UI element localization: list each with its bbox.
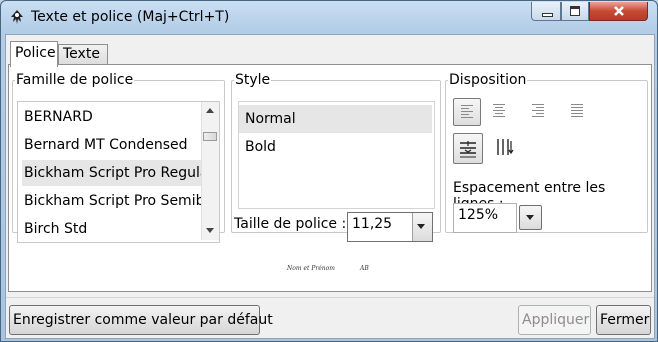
line-spacing-field[interactable]: 125% <box>453 203 517 233</box>
title-bar[interactable]: Texte et police (Maj+Ctrl+T) <box>1 1 657 34</box>
tab-texte[interactable]: Texte <box>58 44 108 65</box>
align-center-button[interactable] <box>486 98 514 126</box>
vertical-text-button[interactable] <box>490 133 518 161</box>
minimize-button[interactable] <box>531 2 561 21</box>
font-family-item[interactable]: Bernard MT Condensed <box>22 132 202 158</box>
font-size-dropdown-button[interactable] <box>412 213 432 241</box>
dialog-window: Texte et police (Maj+Ctrl+T) Police Text… <box>0 0 658 342</box>
style-list[interactable]: Normal Bold <box>238 101 435 209</box>
font-family-item[interactable]: Birch Std <box>22 216 202 242</box>
save-as-default-button[interactable]: Enregistrer comme valeur par défaut <box>9 305 273 335</box>
align-justify-button[interactable] <box>564 98 592 126</box>
align-right-icon <box>532 104 544 119</box>
align-right-button[interactable] <box>525 98 553 126</box>
font-family-item-selected[interactable]: Bickham Script Pro Regular <box>22 160 202 186</box>
scrollbar-thumb[interactable] <box>203 132 217 141</box>
style-group: Style Normal Bold Taille de police : 11,… <box>231 72 441 242</box>
preview-text-right: AB <box>360 265 369 272</box>
inkscape-app-icon <box>9 9 25 25</box>
font-size-value[interactable]: 11,25 <box>352 216 392 232</box>
line-spacing-dropdown-button[interactable] <box>519 205 542 230</box>
police-tab-panel: Famille de police BERNARD Bernard MT Con… <box>8 64 652 292</box>
font-list-scrollbar[interactable] <box>201 102 219 240</box>
disposition-group: Disposition Espacement entre les 125% <box>445 72 648 233</box>
font-family-list[interactable]: BERNARD Bernard MT Condensed Bickham Scr… <box>17 101 220 243</box>
maximize-button[interactable] <box>561 2 589 21</box>
disposition-legend: Disposition <box>449 72 527 88</box>
button-bar-separator <box>6 297 654 298</box>
align-left-button[interactable] <box>453 98 481 126</box>
font-family-legend: Famille de police <box>16 72 134 88</box>
preview-text-left: Nom et Prénom <box>287 265 335 272</box>
align-left-icon <box>461 105 473 120</box>
horizontal-text-button[interactable] <box>453 133 483 164</box>
close-icon <box>614 6 624 16</box>
font-size-label: Taille de police : <box>234 216 347 232</box>
align-center-icon <box>493 104 505 119</box>
font-family-group: Famille de police BERNARD Bernard MT Con… <box>12 72 225 243</box>
apply-button[interactable]: Appliquer <box>518 305 591 335</box>
font-family-item[interactable]: BERNARD <box>22 104 202 130</box>
line-spacing-combo[interactable]: 125% <box>453 203 542 233</box>
vertical-text-icon <box>497 139 514 155</box>
align-justify-icon <box>571 104 583 119</box>
tab-police[interactable]: Police <box>10 41 58 67</box>
style-legend: Style <box>235 72 271 88</box>
scroll-down-arrow-icon[interactable] <box>206 228 214 233</box>
window-title: Texte et police (Maj+Ctrl+T) <box>31 9 230 25</box>
scroll-up-arrow-icon[interactable] <box>206 108 214 113</box>
style-item-selected[interactable]: Normal <box>239 105 432 133</box>
chevron-down-icon <box>417 224 425 230</box>
chevron-down-icon <box>526 215 534 220</box>
maximize-icon <box>570 6 580 16</box>
style-item[interactable]: Bold <box>239 133 432 161</box>
close-window-button[interactable] <box>589 2 648 21</box>
font-size-combo[interactable]: 11,25 <box>347 212 433 242</box>
font-family-item[interactable]: Bickham Script Pro Semibold <box>22 188 202 214</box>
minimize-icon <box>542 13 553 17</box>
horizontal-text-icon <box>460 141 476 158</box>
dialog-client-area: Police Texte Famille de police BERNARD B… <box>5 34 655 339</box>
close-button[interactable]: Fermer <box>596 305 651 335</box>
line-spacing-value[interactable]: 125% <box>458 207 498 223</box>
